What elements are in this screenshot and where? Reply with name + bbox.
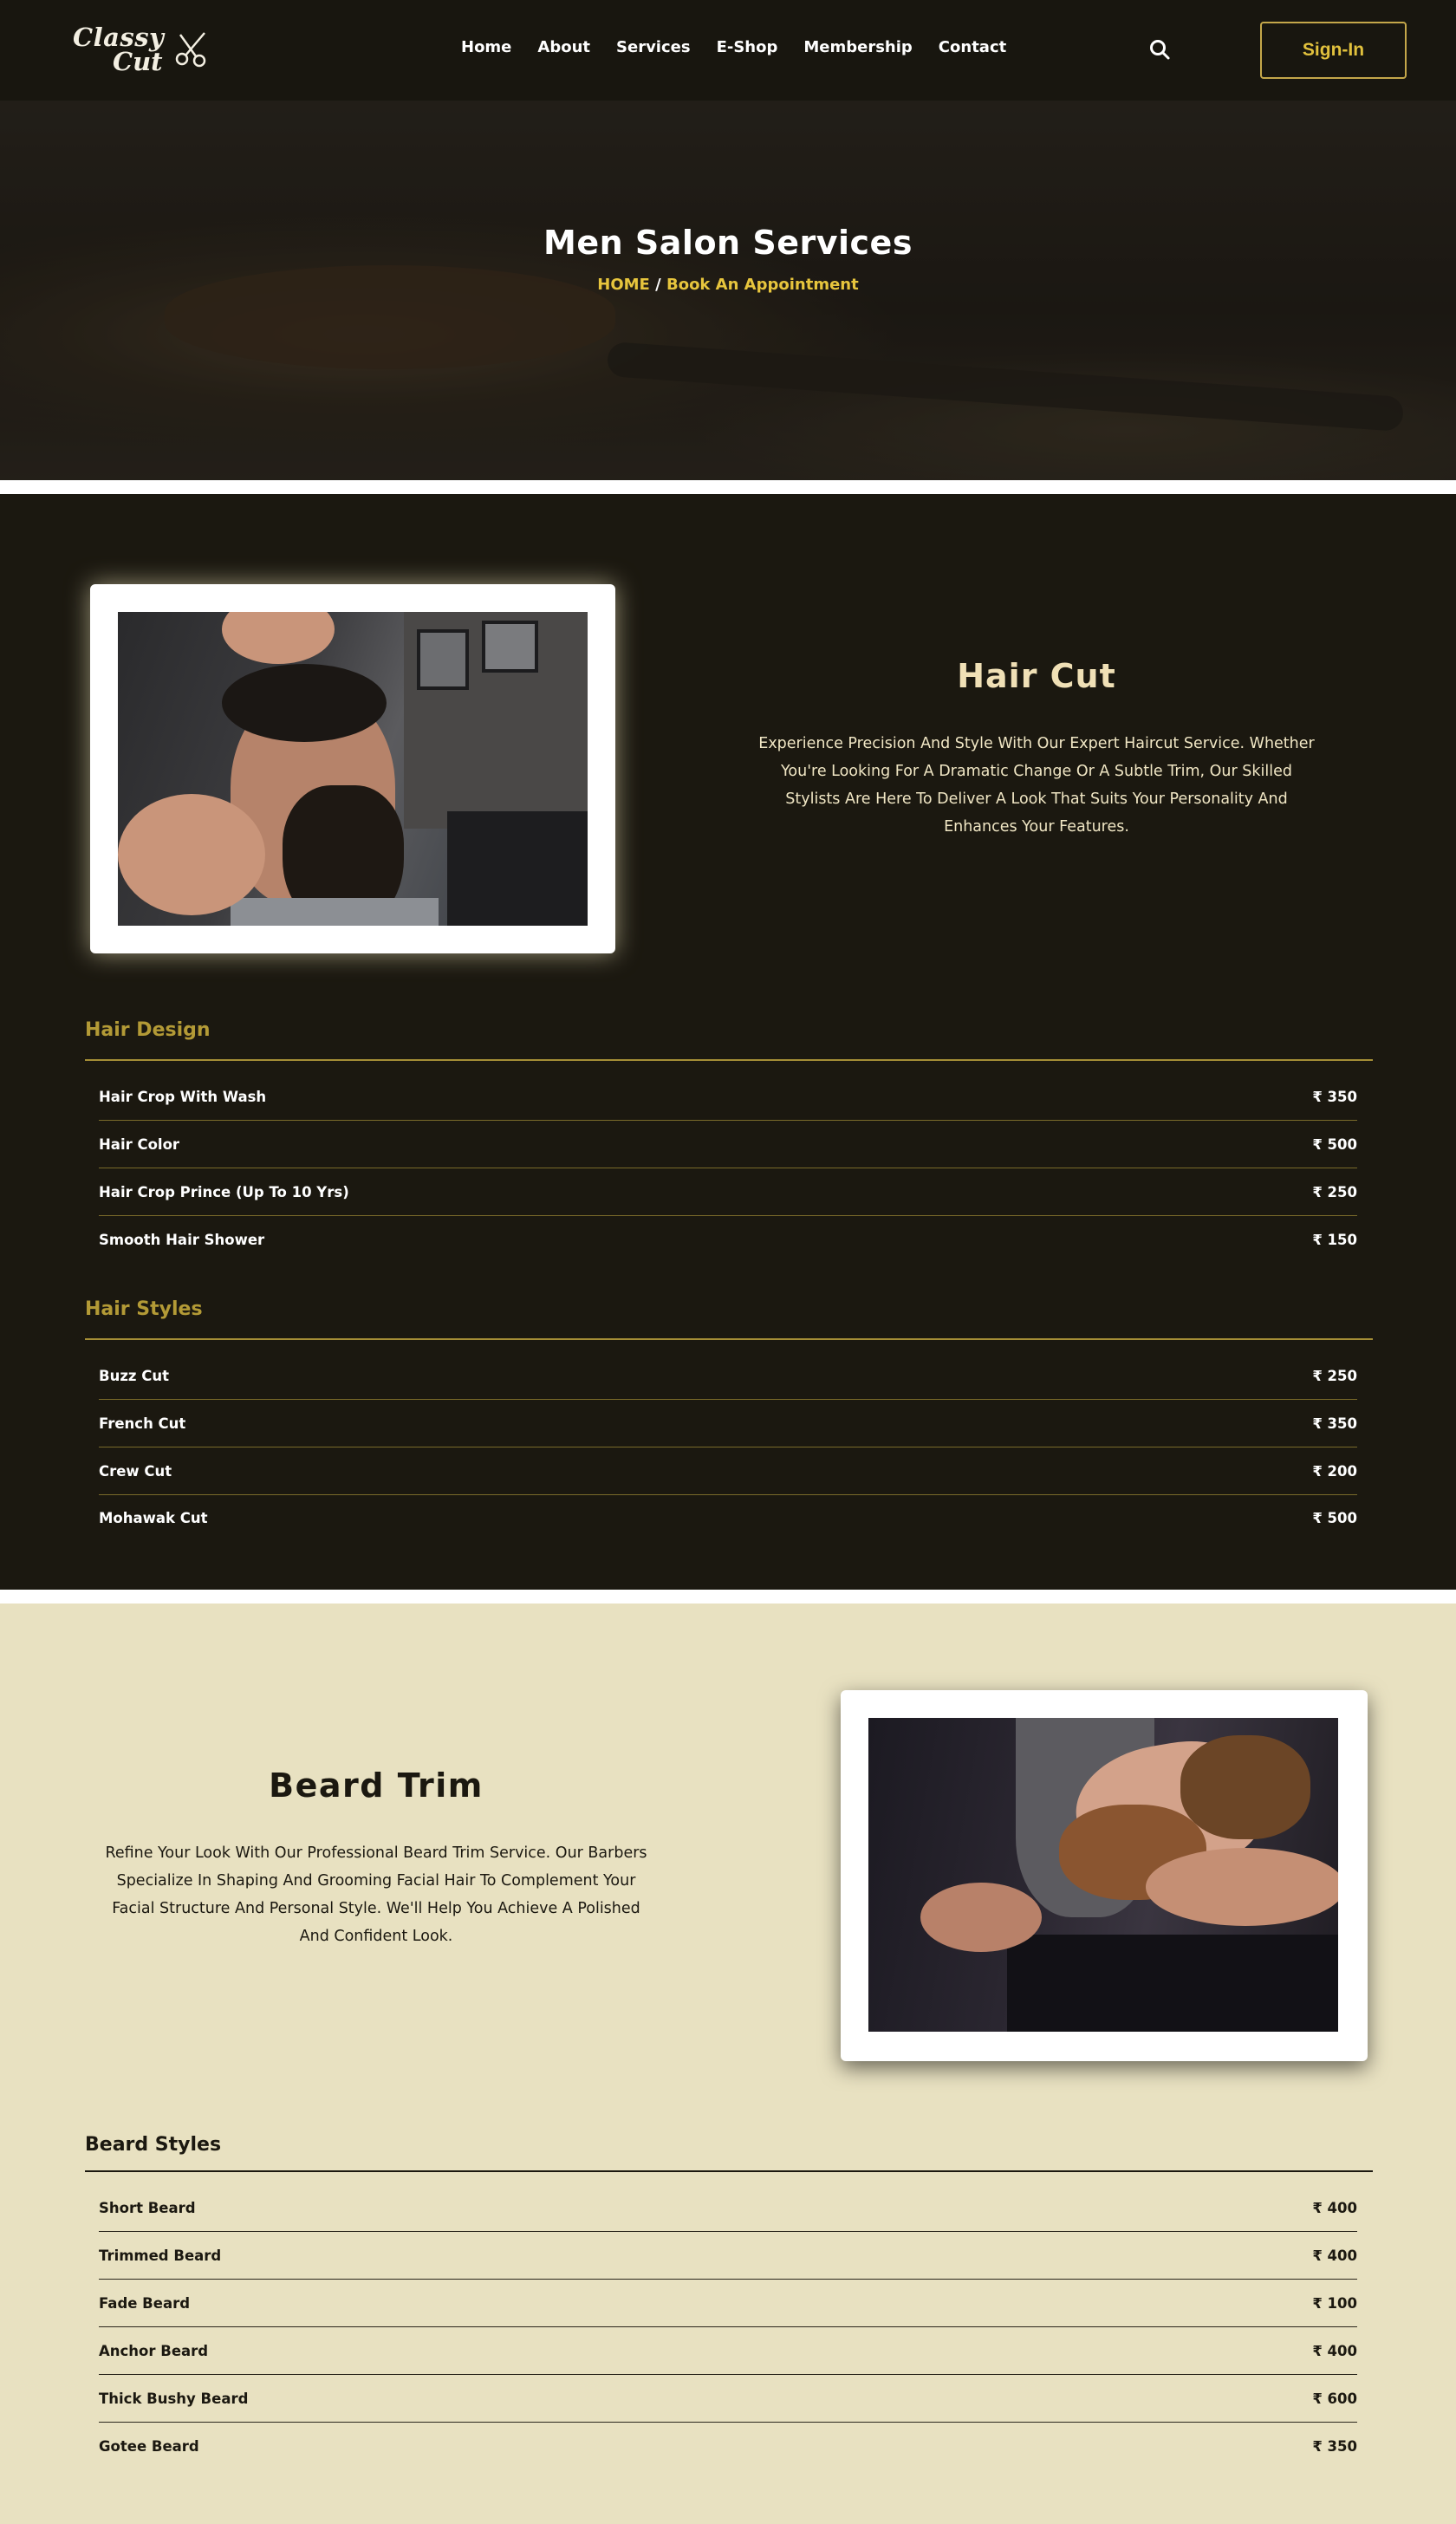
sign-in-button[interactable]: Sign-In (1260, 22, 1407, 79)
logo-text-line2: Cut (113, 47, 163, 76)
service-name: French Cut (99, 1415, 186, 1432)
nav-home[interactable]: Home (461, 38, 511, 56)
service-price: ₹ 500 (1312, 1136, 1357, 1153)
category-divider (85, 1059, 1373, 1061)
price-row: Buzz Cut ₹ 250 (99, 1368, 1357, 1415)
category-divider (85, 1338, 1373, 1340)
price-row: Smooth Hair Shower ₹ 150 (99, 1232, 1357, 1279)
category-heading-hair-styles: Hair Styles (85, 1298, 203, 1320)
beard-trim-photo (868, 1718, 1338, 2032)
service-name: Hair Crop Prince (Up To 10 Yrs) (99, 1184, 349, 1200)
service-name: Anchor Beard (99, 2343, 209, 2359)
breadcrumb-home-link[interactable]: HOME (597, 276, 650, 294)
service-name: Gotee Beard (99, 2438, 199, 2455)
price-row: French Cut ₹ 350 (99, 1415, 1357, 1463)
price-row: Gotee Beard ₹ 350 (99, 2438, 1357, 2486)
page-title: Men Salon Services (543, 224, 913, 262)
category-divider (85, 2170, 1373, 2172)
main-menu: Home About Services E-Shop Membership Co… (461, 38, 1032, 56)
nav-eshop[interactable]: E-Shop (717, 38, 778, 56)
service-name: Smooth Hair Shower (99, 1232, 265, 1248)
service-price: ₹ 500 (1312, 1510, 1357, 1526)
service-price: ₹ 250 (1312, 1368, 1357, 1384)
hair-cut-title: Hair Cut (957, 657, 1116, 695)
brand-logo[interactable]: Classy Cut (71, 23, 210, 76)
price-row: Crew Cut ₹ 200 (99, 1463, 1357, 1511)
price-row: Hair Crop With Wash ₹ 350 (99, 1089, 1357, 1136)
beard-trim-section: Beard Trim Refine Your Look With Our Pro… (0, 1604, 1456, 2524)
service-name: Crew Cut (99, 1463, 172, 1480)
service-name: Mohawak Cut (99, 1510, 208, 1526)
service-price: ₹ 400 (1312, 2248, 1357, 2264)
nav-services[interactable]: Services (616, 38, 691, 56)
service-name: Buzz Cut (99, 1368, 170, 1384)
nav-contact[interactable]: Contact (939, 38, 1006, 56)
price-row: Fade Beard ₹ 100 (99, 2295, 1357, 2343)
service-price: ₹ 150 (1312, 1232, 1357, 1248)
price-row: Mohawak Cut ₹ 500 (99, 1510, 1357, 1558)
beard-trim-description: Refine Your Look With Our Professional B… (105, 1844, 647, 1945)
top-navbar: Classy Cut Home About Services E-Shop Me… (0, 0, 1456, 101)
search-icon[interactable] (1148, 38, 1171, 61)
page-hero-banner: Men Salon Services HOME / Book An Appoin… (0, 101, 1456, 480)
service-price: ₹ 350 (1312, 1089, 1357, 1105)
service-price: ₹ 200 (1312, 1463, 1357, 1480)
price-row: Hair Color ₹ 500 (99, 1136, 1357, 1184)
service-price: ₹ 100 (1312, 2295, 1357, 2312)
scissors-icon (175, 32, 206, 68)
service-price: ₹ 350 (1312, 2438, 1357, 2455)
service-name: Trimmed Beard (99, 2248, 222, 2264)
service-name: Hair Crop With Wash (99, 1089, 267, 1105)
hair-cut-section: Hair Cut Experience Precision And Style … (0, 494, 1456, 1590)
service-price: ₹ 250 (1312, 1184, 1357, 1200)
nav-membership[interactable]: Membership (803, 38, 912, 56)
hair-cut-photo (118, 612, 588, 926)
breadcrumb: HOME / Book An Appointment (0, 276, 1456, 294)
service-price: ₹ 400 (1312, 2200, 1357, 2216)
price-row: Anchor Beard ₹ 400 (99, 2343, 1357, 2391)
breadcrumb-current: Book An Appointment (666, 276, 859, 294)
hair-cut-description: Experience Precision And Style With Our … (758, 735, 1315, 836)
service-price: ₹ 600 (1312, 2391, 1357, 2407)
service-name: Fade Beard (99, 2295, 191, 2312)
service-name: Hair Color (99, 1136, 180, 1153)
category-heading-beard-styles: Beard Styles (85, 2134, 222, 2156)
price-row: Short Beard ₹ 400 (99, 2200, 1357, 2248)
beard-trim-title: Beard Trim (269, 1766, 484, 1805)
price-row: Thick Bushy Beard ₹ 600 (99, 2391, 1357, 2438)
service-name: Short Beard (99, 2200, 196, 2216)
beard-trim-photo-frame (841, 1690, 1368, 2061)
category-heading-hair-design: Hair Design (85, 1019, 211, 1041)
price-row: Hair Crop Prince (Up To 10 Yrs) ₹ 250 (99, 1184, 1357, 1232)
breadcrumb-separator: / (655, 276, 661, 294)
price-row: Trimmed Beard ₹ 400 (99, 2248, 1357, 2295)
service-price: ₹ 400 (1312, 2343, 1357, 2359)
service-name: Thick Bushy Beard (99, 2391, 249, 2407)
service-price: ₹ 350 (1312, 1415, 1357, 1432)
nav-about[interactable]: About (537, 38, 590, 56)
hair-cut-photo-frame (90, 584, 615, 953)
